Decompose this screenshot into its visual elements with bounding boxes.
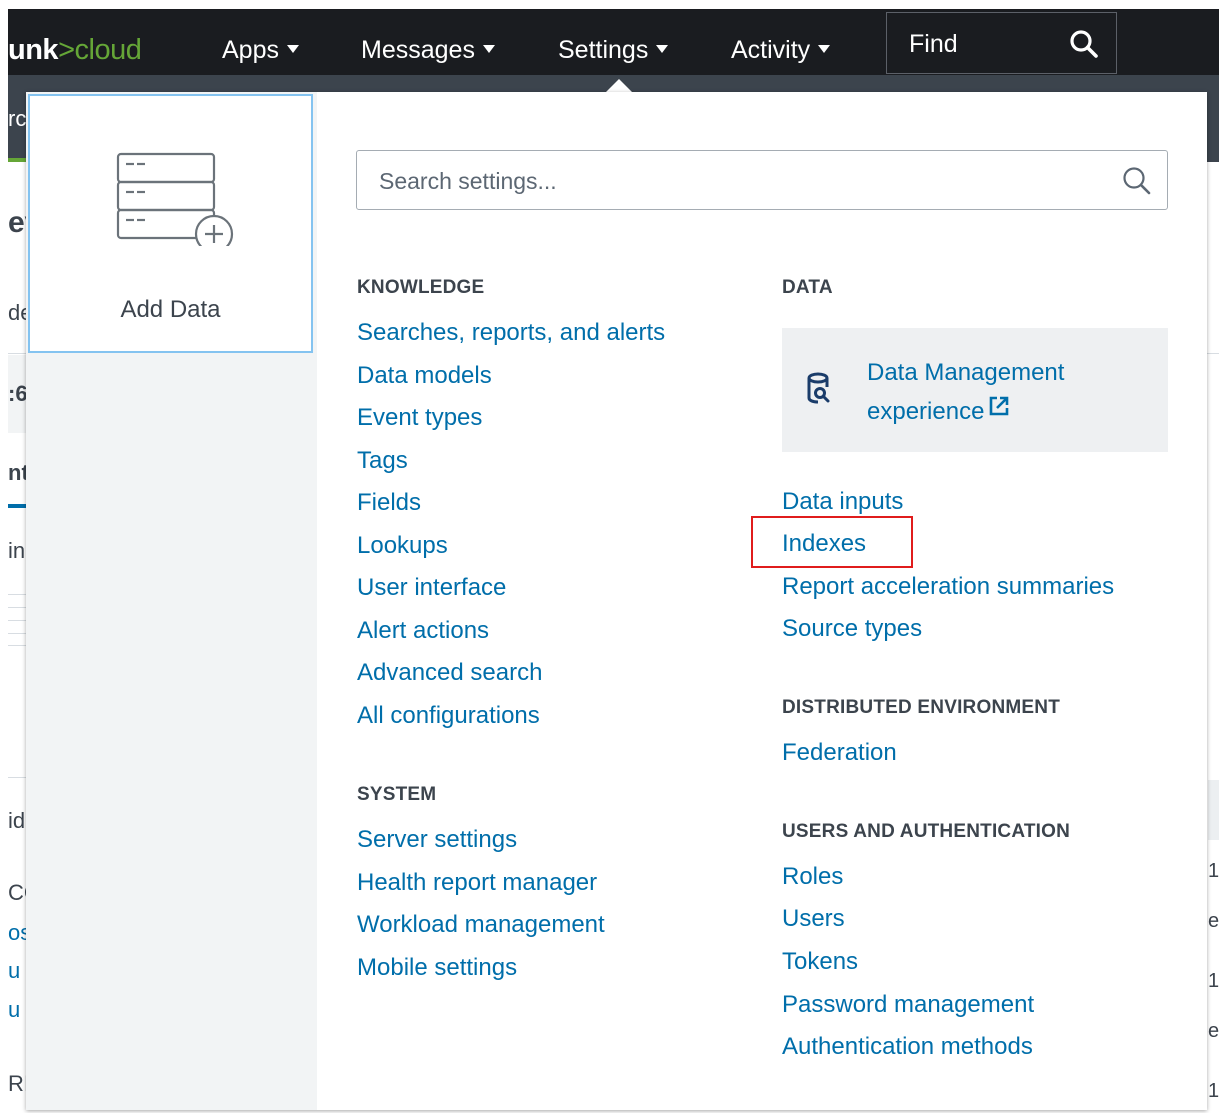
knowledge-heading: KNOWLEDGE [357, 277, 485, 298]
link-indexes[interactable]: Indexes [782, 529, 866, 559]
caret-down-icon [656, 45, 669, 54]
link-event-types[interactable]: Event types [357, 403, 482, 433]
bg-band [1208, 780, 1219, 840]
link-authentication-methods[interactable]: Authentication methods [782, 1032, 1033, 1062]
bg-text-fragment: e [1208, 910, 1219, 932]
bg-text-fragment: u [8, 958, 21, 983]
link-data-inputs[interactable]: Data inputs [782, 487, 903, 517]
search-icon[interactable] [1121, 165, 1153, 202]
link-health-report-manager[interactable]: Health report manager [357, 868, 597, 898]
users-authentication-heading: USERS AND AUTHENTICATION [782, 821, 1071, 842]
data-management-experience-label: experience [867, 398, 985, 425]
link-searches-reports-alerts[interactable]: Searches, reports, and alerts [357, 318, 665, 348]
link-tokens[interactable]: Tokens [782, 947, 858, 977]
link-fields[interactable]: Fields [357, 488, 421, 518]
bg-text-fragment: id [8, 808, 26, 833]
data-heading: DATA [782, 277, 833, 298]
bg-text-fragment: :6 [8, 381, 28, 406]
bg-text-fragment: e [1208, 1020, 1219, 1042]
brand-logo[interactable]: unk>cloud [8, 33, 142, 67]
link-source-types[interactable]: Source types [782, 614, 922, 644]
bg-divider [8, 777, 26, 778]
brand-prefix: unk [8, 34, 59, 66]
nav-messages-label: Messages [361, 36, 475, 64]
link-data-models[interactable]: Data models [357, 361, 492, 391]
external-link-icon [988, 395, 1010, 425]
link-all-configurations[interactable]: All configurations [357, 701, 540, 731]
bg-divider [8, 607, 26, 608]
link-users[interactable]: Users [782, 904, 845, 934]
brand-suffix: cloud [74, 34, 142, 66]
data-management-card[interactable]: Data Management experience [782, 328, 1168, 452]
bg-text-fragment: 1 [1208, 860, 1219, 882]
caret-down-icon [482, 45, 495, 54]
caret-down-icon [286, 45, 299, 54]
top-navigation-bar: unk>cloud Apps Messages Settings Activit… [8, 9, 1219, 75]
nav-settings[interactable]: Settings [558, 35, 669, 65]
data-management-icon [806, 372, 832, 413]
link-roles[interactable]: Roles [782, 862, 843, 892]
add-data-label: Add Data [120, 296, 221, 323]
link-alert-actions[interactable]: Alert actions [357, 616, 489, 646]
link-tags[interactable]: Tags [357, 446, 408, 476]
bg-text-fragment: 1 [1208, 1080, 1219, 1102]
link-user-interface[interactable]: User interface [357, 573, 506, 603]
data-management-link-line2[interactable]: experience [867, 395, 1010, 428]
bg-text-fragment: u [8, 997, 21, 1022]
bg-text-fragment: rc [8, 106, 27, 131]
find-label: Find [909, 30, 958, 58]
bg-divider [8, 353, 26, 354]
caret-down-icon [818, 45, 831, 54]
link-report-acceleration-summaries[interactable]: Report acceleration summaries [782, 572, 1114, 602]
bg-divider [8, 633, 26, 634]
search-settings-box[interactable] [356, 150, 1168, 211]
add-data-icon [112, 150, 236, 254]
find-search-box[interactable]: Find [886, 12, 1117, 74]
link-mobile-settings[interactable]: Mobile settings [357, 953, 517, 983]
search-icon[interactable] [1068, 28, 1100, 65]
bg-text-fragment: in [8, 538, 26, 563]
link-lookups[interactable]: Lookups [357, 531, 448, 561]
nav-activity-label: Activity [731, 36, 811, 64]
system-heading: SYSTEM [357, 784, 437, 805]
link-advanced-search[interactable]: Advanced search [357, 658, 542, 688]
nav-settings-label: Settings [558, 36, 649, 64]
bg-text-fragment: 1 [1208, 970, 1219, 992]
settings-dropdown-panel: Add Data KNOWLEDGE Searches, reports, an… [26, 92, 1207, 1110]
search-settings-input[interactable] [377, 151, 1101, 211]
bg-divider [8, 620, 26, 621]
data-management-link[interactable]: Data Management [867, 358, 1064, 388]
nav-apps-label: Apps [222, 36, 279, 64]
brand-separator: > [58, 34, 75, 66]
bg-active-tab-underline [8, 504, 26, 508]
nav-apps[interactable]: Apps [222, 35, 299, 65]
bg-divider [8, 594, 26, 595]
nav-messages[interactable]: Messages [361, 35, 495, 65]
link-federation[interactable]: Federation [782, 738, 897, 768]
distributed-environment-heading: DISTRIBUTED ENVIRONMENT [782, 697, 1060, 718]
bg-divider [8, 645, 26, 646]
link-password-management[interactable]: Password management [782, 990, 1034, 1020]
dropdown-pointer [605, 79, 633, 93]
add-data-button[interactable]: Add Data [28, 94, 313, 353]
active-app-indicator [8, 158, 28, 162]
link-workload-management[interactable]: Workload management [357, 910, 605, 940]
nav-activity[interactable]: Activity [731, 35, 831, 65]
panel-left-column: Add Data [26, 92, 317, 1110]
link-server-settings[interactable]: Server settings [357, 825, 517, 855]
